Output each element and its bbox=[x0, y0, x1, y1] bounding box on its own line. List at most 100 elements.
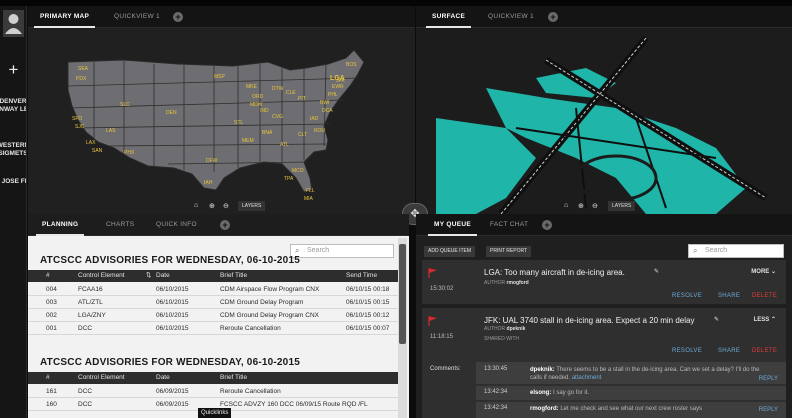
airport-label[interactable]: DFW bbox=[206, 158, 218, 164]
airport-label[interactable]: ROU bbox=[314, 128, 326, 134]
zoom-out-icon[interactable]: ⊖ bbox=[223, 202, 229, 210]
user-icon bbox=[5, 14, 22, 34]
resolve-button[interactable]: RESOLVE bbox=[672, 293, 702, 299]
table-cell: 160 bbox=[46, 401, 57, 408]
tab-fact-chat[interactable]: FACT CHAT bbox=[484, 214, 534, 236]
airport-label[interactable]: BWI bbox=[320, 100, 329, 106]
table-row[interactable]: 001 DCC 06/10/2015 Reroute Cancellation 06/1… bbox=[28, 323, 398, 335]
home-icon[interactable]: ⌂ bbox=[194, 202, 198, 209]
reply-button[interactable]: REPLY bbox=[759, 376, 778, 382]
surface-zoom-out-icon[interactable]: ⊖ bbox=[592, 202, 598, 210]
airport-label[interactable]: PHX bbox=[124, 150, 135, 156]
tab-surface-quickview-1[interactable]: QUICKVIEW 1 bbox=[482, 6, 540, 28]
airport-label[interactable]: LAX bbox=[86, 140, 96, 146]
primary-map-panel: PRIMARY MAP QUICKVIEW 1 + SEA PDX SFO SJC LA… bbox=[28, 6, 415, 214]
share-button[interactable]: SHARE bbox=[718, 293, 740, 299]
edit-icon[interactable]: ✎ bbox=[714, 316, 719, 323]
table-cell: DCC bbox=[78, 401, 93, 408]
queue-item-2[interactable]: 11:18:15 JFK: UAL 3740 stall in de-icing… bbox=[422, 308, 786, 418]
airport-label[interactable]: MKE bbox=[246, 84, 258, 90]
layers-button[interactable]: LAYERS bbox=[238, 201, 266, 211]
tab-surface[interactable]: SURFACE bbox=[426, 6, 472, 28]
print-report-button[interactable]: PRINT REPORT bbox=[486, 246, 532, 257]
airport-label[interactable]: IND bbox=[260, 108, 269, 114]
airport-label[interactable]: PHL bbox=[328, 92, 338, 98]
airport-label[interactable]: SAN bbox=[92, 148, 103, 154]
add-tab-icon[interactable]: + bbox=[173, 12, 183, 22]
rail-item-denver-runway-left[interactable]: DENVER RUNWAY LEFT bbox=[0, 98, 26, 114]
table-cell: 003 bbox=[46, 299, 57, 306]
airport-label[interactable]: ATL bbox=[280, 142, 289, 148]
airport-label[interactable]: SJC bbox=[75, 124, 85, 130]
rail-item-san-jose-flow[interactable]: SAN JOSE FLOW bbox=[0, 178, 26, 186]
airport-label[interactable]: MIA bbox=[304, 196, 314, 202]
queue-item-1[interactable]: 15:30:02 LGA: Too many aircraft in de-ic… bbox=[422, 260, 786, 304]
airport-label[interactable]: PIT bbox=[298, 96, 306, 102]
table-row[interactable]: 002 LGA/ZNY 06/10/2015 CDM Ground Delay Pro… bbox=[28, 310, 398, 322]
airport-label[interactable]: FLL bbox=[306, 188, 315, 194]
airport-label[interactable]: DEN bbox=[166, 110, 177, 116]
add-planning-tab-icon[interactable]: + bbox=[220, 220, 230, 230]
airport-label[interactable]: CVG bbox=[272, 114, 283, 120]
delete-button[interactable]: DELETE bbox=[752, 293, 777, 299]
zoom-in-icon[interactable]: ⊕ bbox=[209, 202, 215, 210]
surface-home-icon[interactable]: ⌂ bbox=[564, 202, 568, 209]
tab-charts[interactable]: CHARTS bbox=[100, 214, 140, 236]
table-row[interactable]: 004 FCAA16 06/10/2015 CDM Airspace Flow Pro… bbox=[28, 284, 398, 296]
add-queue-item-button[interactable]: ADD QUEUE ITEM bbox=[424, 246, 476, 257]
advisories-header-1: # Control Element ⇅ Date Brief Title Sen… bbox=[28, 270, 398, 282]
add-surface-tab-icon[interactable]: + bbox=[548, 12, 558, 22]
airport-label[interactable]: DTW bbox=[272, 86, 284, 92]
airport-label[interactable]: BOS bbox=[346, 62, 357, 68]
attachment-link[interactable]: attachment bbox=[572, 375, 602, 381]
airport-label[interactable]: MSP bbox=[214, 74, 226, 80]
table-row[interactable]: 003 ATL/ZTL 06/10/2015 CDM Ground Delay Pro… bbox=[28, 297, 398, 309]
airport-label[interactable]: SFO bbox=[72, 116, 82, 122]
airport-label[interactable]: STL bbox=[234, 120, 243, 126]
airport-label[interactable]: SEA bbox=[78, 66, 89, 72]
add-workspace-button[interactable]: + bbox=[0, 60, 26, 80]
airport-label[interactable]: MCO bbox=[292, 168, 304, 174]
airport-label[interactable]: JFK bbox=[336, 78, 346, 84]
airport-label[interactable]: PDX bbox=[76, 76, 87, 82]
tab-quick-info[interactable]: QUICK INFO bbox=[150, 214, 203, 236]
rail-item-western-sigmets[interactable]: WESTERN SIGMETS bbox=[0, 142, 26, 158]
us-map[interactable]: SEAPDXSFOSJCLAXSANLASSLCPHXDENMSPORDMDWD… bbox=[28, 28, 415, 214]
airport-label[interactable]: LAS bbox=[106, 128, 116, 134]
scrollbar-thumb[interactable] bbox=[399, 244, 406, 344]
airport-label[interactable]: DCA bbox=[322, 108, 333, 114]
edit-icon[interactable]: ✎ bbox=[654, 268, 659, 275]
delete-button[interactable]: DELETE bbox=[752, 348, 777, 354]
more-toggle[interactable]: MORE ⌄ bbox=[751, 268, 776, 275]
tab-primary-map[interactable]: PRIMARY MAP bbox=[34, 6, 96, 28]
airport-label[interactable]: CLE bbox=[286, 90, 296, 96]
airport-label[interactable]: MEM bbox=[242, 138, 254, 144]
tab-my-queue[interactable]: MY QUEUE bbox=[428, 214, 477, 236]
airport-surface-map[interactable] bbox=[416, 28, 792, 214]
sort-icon[interactable]: ⇅ bbox=[146, 270, 151, 282]
queue-search-input[interactable]: ⌕ Search bbox=[688, 244, 784, 258]
planning-tabs: PLANNING CHARTS QUICK INFO + bbox=[28, 214, 409, 236]
airport-label[interactable]: IAH bbox=[204, 180, 213, 186]
surface-zoom-in-icon[interactable]: ⊕ bbox=[578, 202, 584, 210]
avatar[interactable] bbox=[3, 10, 24, 37]
planning-search-input[interactable]: ⌕ Search bbox=[290, 244, 394, 258]
airport-label[interactable]: ORD bbox=[252, 94, 264, 100]
share-button[interactable]: SHARE bbox=[718, 348, 740, 354]
surface-layers-button[interactable]: LAYERS bbox=[608, 201, 636, 211]
airport-label[interactable]: TPA bbox=[284, 176, 294, 182]
airport-label[interactable]: EWR bbox=[332, 84, 344, 90]
resolve-button[interactable]: RESOLVE bbox=[672, 348, 702, 354]
airport-label[interactable]: CLT bbox=[298, 132, 307, 138]
airport-label[interactable]: SLC bbox=[120, 102, 130, 108]
less-toggle[interactable]: LESS ⌃ bbox=[754, 316, 776, 323]
airport-label[interactable]: BNA bbox=[262, 130, 273, 136]
airport-label[interactable]: IAD bbox=[310, 116, 319, 122]
table-row[interactable]: 161 DCC 06/09/2015 Reroute Cancellation bbox=[28, 386, 398, 398]
reply-button[interactable]: REPLY bbox=[759, 407, 778, 413]
tab-planning[interactable]: PLANNING bbox=[36, 214, 85, 236]
add-queue-tab-icon[interactable]: + bbox=[542, 220, 552, 230]
tab-quickview-1[interactable]: QUICKVIEW 1 bbox=[108, 6, 166, 28]
table-cell: 06/10/15 00:15 bbox=[346, 299, 390, 306]
planning-scrollbar[interactable] bbox=[398, 238, 407, 418]
